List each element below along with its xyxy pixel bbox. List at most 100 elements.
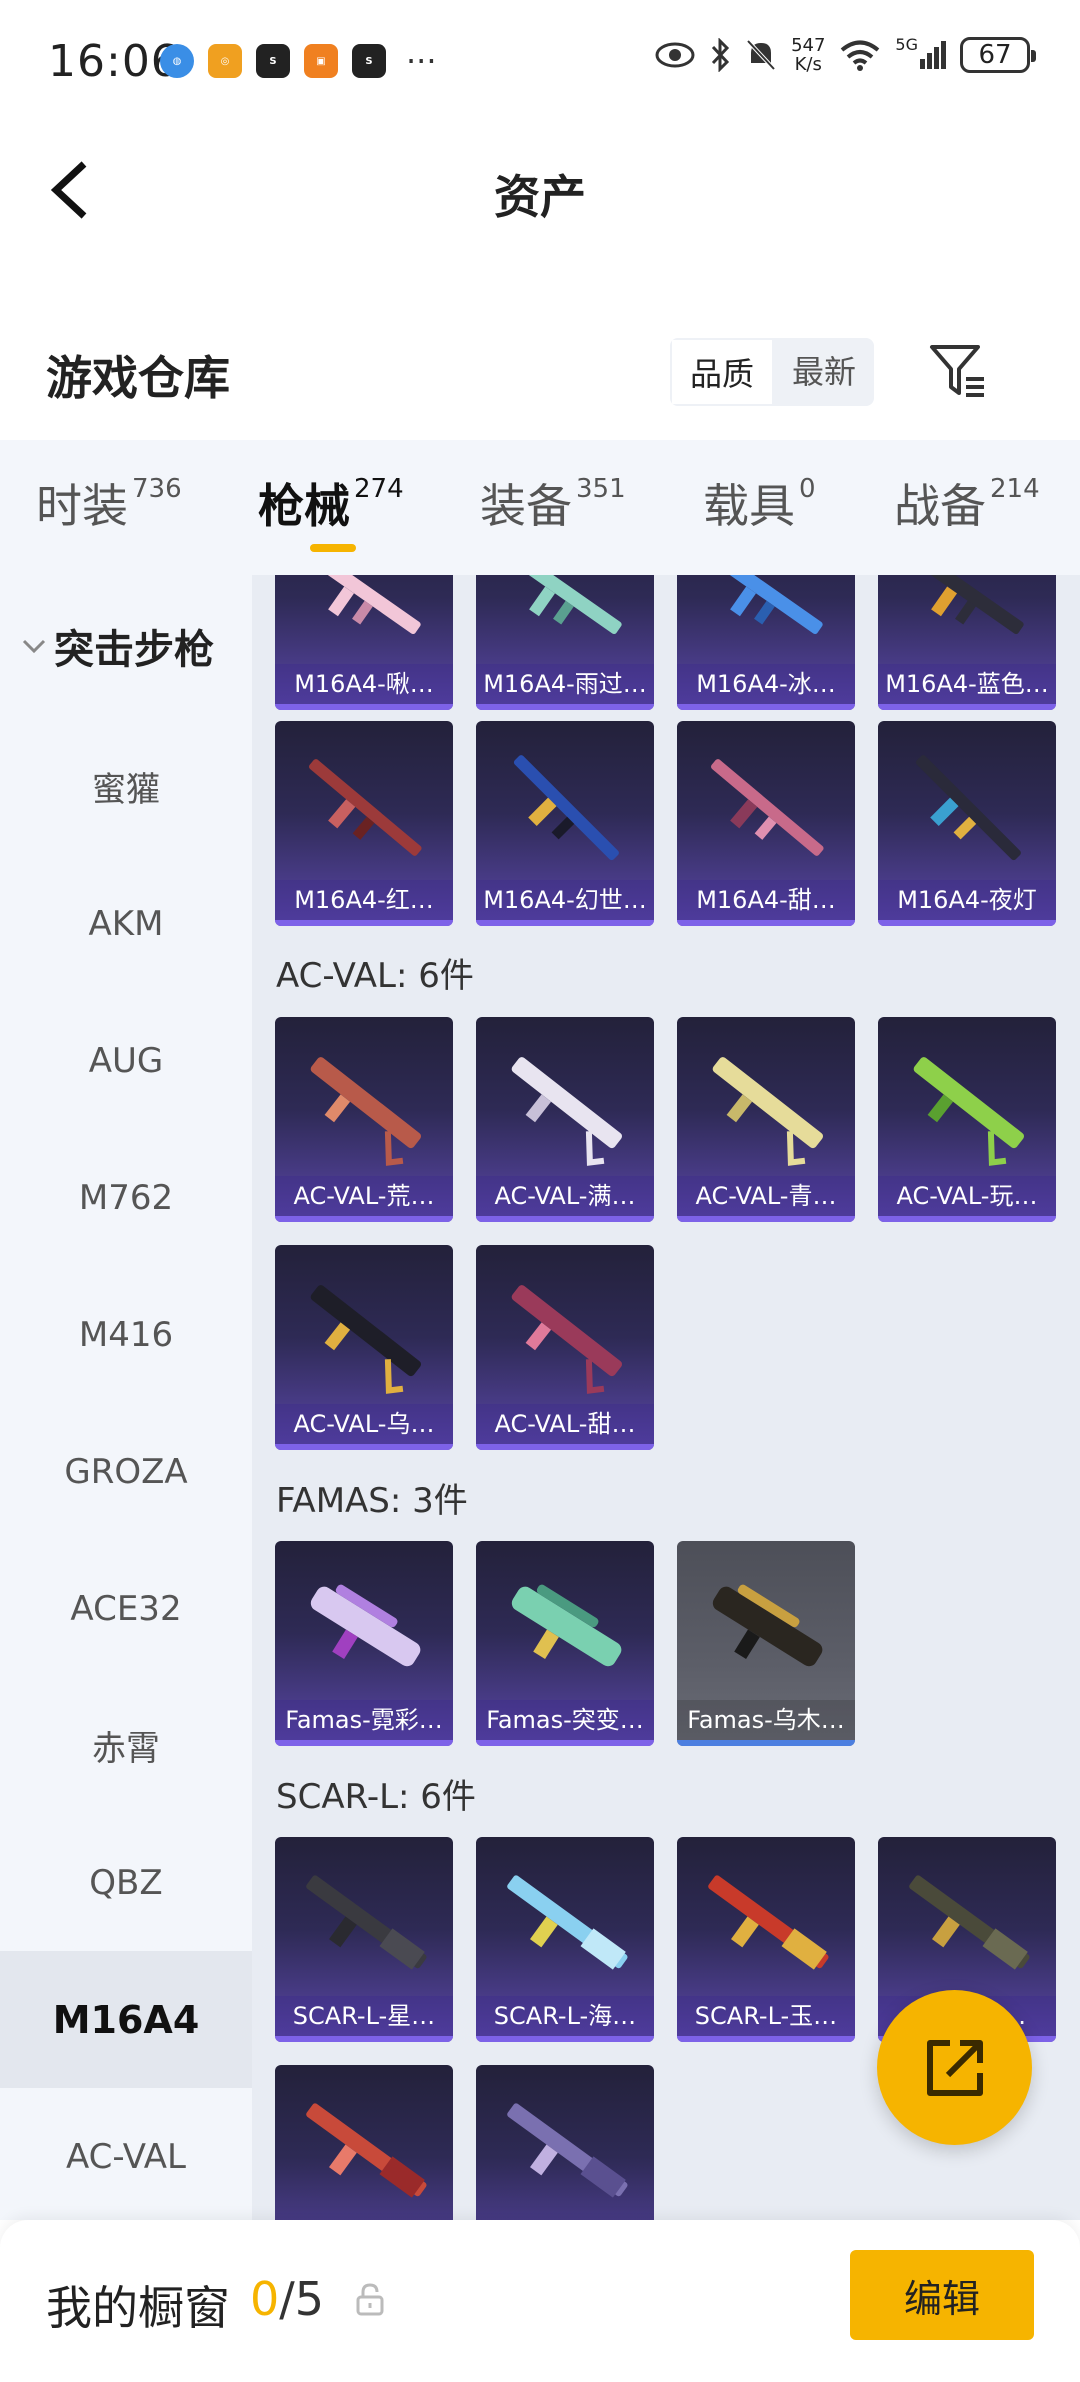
weapon-card[interactable]: AC-VAL-青… [677,1017,855,1222]
rarity-strip [275,1740,453,1746]
weapon-card[interactable]: SCAR-L-海… [476,1837,654,2042]
tab-supplies[interactable]: 战备 214 [894,470,1040,536]
tab-label: 时装 [36,479,128,533]
sidebar-item-m416[interactable]: M416 [0,1266,252,1403]
rarity-strip [476,920,654,926]
tab-fashion[interactable]: 时装 736 [36,470,182,536]
filter-button[interactable] [925,338,991,404]
sidebar-item-groza[interactable]: GROZA [0,1403,252,1540]
weapon-card[interactable]: AC-VAL-甜… [476,1245,654,1450]
weapon-card[interactable]: M16A4-雨过… [476,575,654,710]
sidebar-item-m16a4[interactable]: M16A4 [0,1951,252,2088]
weapon-card[interactable]: AC-VAL-乌… [275,1245,453,1450]
sidebar-group-assault-rifles[interactable]: 突击步枪 [20,617,214,675]
rifle-skin-image [509,575,622,635]
share-button[interactable] [877,1990,1032,2145]
weapon-card[interactable]: Famas-乌木… [677,1541,855,1746]
rifle-skin-image [711,759,824,856]
weapon-card[interactable]: M16A4-蓝色… [878,575,1056,710]
rarity-strip [275,920,453,926]
weapon-card[interactable] [275,2065,453,2220]
warehouse-header: 游戏仓库 品质 最新 [0,300,1080,440]
sidebar-item-ace32[interactable]: ACE32 [0,1540,252,1677]
weapon-card[interactable]: M16A4-啾… [275,575,453,710]
rifle-skin-image [507,1875,628,1970]
weapon-card[interactable]: SCAR-L-星… [275,1837,453,2042]
tab-count: 351 [576,474,626,504]
weapon-card[interactable]: M16A4-夜灯 [878,721,1056,926]
rifle-skin-image [306,1875,427,1970]
mute-bell-icon [746,39,776,71]
showcase-current: 0 [250,2272,280,2326]
weapon-grid: M16A4-啾… M16A4-雨过… M16A4-冰… M16A4-蓝色… M1… [252,575,1080,2220]
rifle-skin-image [913,1057,1024,1166]
rifle-skin-image [306,2103,427,2198]
rarity-strip [677,2036,855,2042]
sort-latest-button[interactable]: 最新 [774,338,874,406]
tab-equipment[interactable]: 装备 351 [480,470,626,536]
weapon-card-label: AC-VAL-满… [476,1176,654,1216]
sidebar-item-m762[interactable]: M762 [0,1129,252,1266]
rifle-skin-image [915,755,1021,861]
rifle-skin-image [710,575,823,635]
showcase-count: 0/5 [250,2272,324,2326]
active-tab-indicator [310,544,356,552]
rarity-strip [476,704,654,710]
weapon-sidebar: 突击步枪 蜜獾 AKM AUG M762 M416 GROZA ACE32 赤霄… [0,575,252,2220]
weapon-card[interactable]: Famas-霓彩… [275,1541,453,1746]
sort-quality-button[interactable]: 品质 [670,338,775,406]
weapon-card-label: Famas-突变… [476,1700,654,1740]
weapon-card-label: SCAR-L-海… [476,1996,654,2036]
weapon-card[interactable]: M16A4-红… [275,721,453,926]
weapon-card-label: M16A4-冰… [677,664,855,704]
weapon-card[interactable]: M16A4-甜… [677,721,855,926]
eye-icon [655,42,695,68]
tab-vehicles[interactable]: 载具 0 [703,470,816,536]
rarity-strip [476,1740,654,1746]
weapon-card[interactable]: AC-VAL-玩… [878,1017,1056,1222]
weapon-card-label: M16A4-啾… [275,664,453,704]
weapon-card-label: M16A4-蓝色… [878,664,1056,704]
tab-count: 214 [990,474,1040,504]
tab-firearms[interactable]: 枪械 274 [258,470,404,536]
weapon-card[interactable]: M16A4-幻世… [476,721,654,926]
game-controller-icon: ▣ [304,44,338,78]
weapon-card[interactable]: SCAR-L-玉… [677,1837,855,2042]
rarity-strip [476,1444,654,1450]
soul-app-icon-2: S [352,44,386,78]
page-title: 资产 [494,170,586,224]
sidebar-item-honey-badger[interactable]: 蜜獾 [0,718,252,855]
rarity-strip [677,1216,855,1222]
weapon-card[interactable]: Famas-突变… [476,1541,654,1746]
rifle-skin-image [911,575,1024,635]
rifle-skin-image [513,755,619,861]
sidebar-item-akm[interactable]: AKM [0,855,252,992]
weapon-card[interactable] [476,2065,654,2220]
status-bar: 16:06 ◍ ◎ S ▣ S ··· 547 K/s 5G 67 [0,0,1080,125]
weapon-card[interactable]: AC-VAL-满… [476,1017,654,1222]
weapon-card[interactable]: AC-VAL-荒… [275,1017,453,1222]
rifle-skin-image [507,2103,628,2198]
filter-icon [930,345,984,397]
edit-button[interactable]: 编辑 [850,2250,1034,2340]
nav-bar: 资产 [0,125,1080,255]
weapon-card-label: M16A4-甜… [677,880,855,920]
rarity-strip [476,1216,654,1222]
weapon-card-label: M16A4-幻世… [476,880,654,920]
cellular-signal-icon: 5G [895,37,946,69]
rifle-skin-image [310,1057,421,1166]
battery-indicator: 67 [960,37,1036,73]
weapon-card-label: SCAR-L-玉… [677,1996,855,2036]
sidebar-item-qbz[interactable]: QBZ [0,1814,252,1951]
tab-label: 枪械 [258,479,350,533]
sidebar-item-ac-val[interactable]: AC-VAL [0,2088,252,2220]
network-speed: 547 K/s [791,36,825,74]
rarity-strip [878,920,1056,926]
sort-toggle: 品质 最新 [670,338,875,406]
sidebar-item-aug[interactable]: AUG [0,992,252,1129]
category-tabs: 时装 736 枪械 274 装备 351 载具 0 战备 214 [0,440,1080,575]
network-speed-unit: K/s [794,54,822,75]
sidebar-item-chixiao[interactable]: 赤霄 [0,1677,252,1814]
rarity-strip [275,1444,453,1450]
weapon-card[interactable]: M16A4-冰… [677,575,855,710]
